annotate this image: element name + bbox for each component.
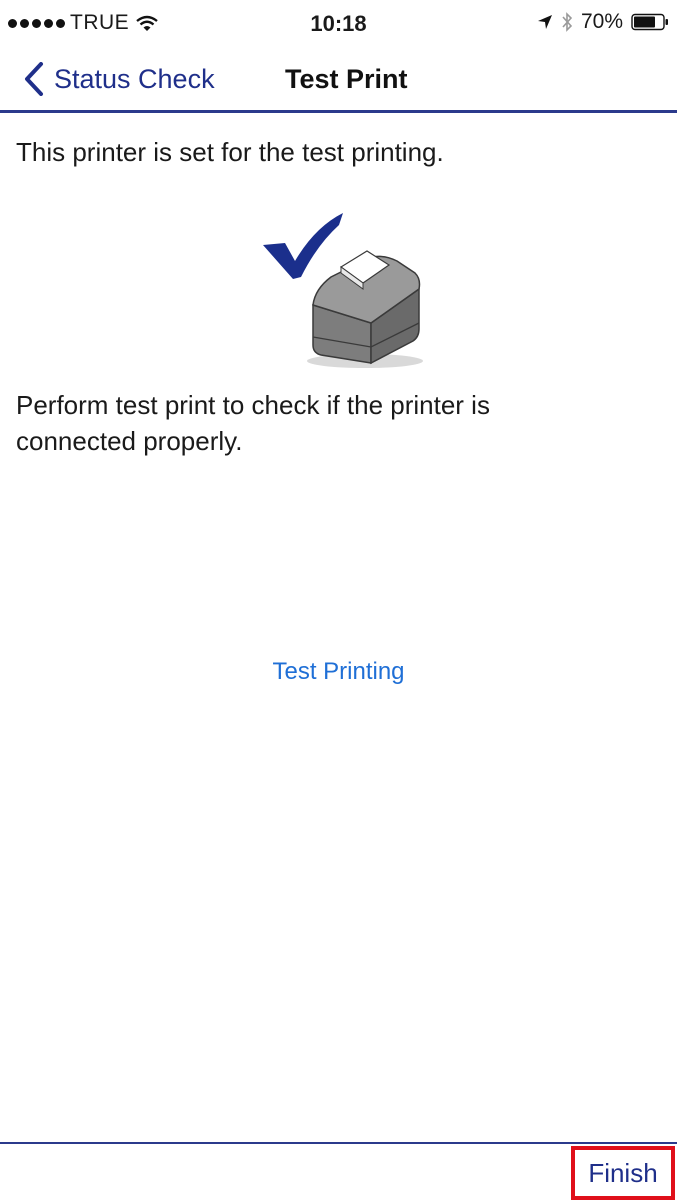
back-button-label: Status Check	[54, 63, 215, 94]
finish-button[interactable]: Finish	[571, 1146, 675, 1200]
location-arrow-icon	[537, 15, 552, 29]
bluetooth-icon	[562, 12, 573, 32]
battery-icon	[631, 13, 668, 31]
instruction-text: Perform test print to check if the print…	[16, 390, 490, 456]
navigation-bar: Status Check Test Print	[0, 46, 677, 113]
printer-checkmark-icon	[263, 213, 423, 368]
status-bar: TRUE 10:18 70%	[0, 0, 677, 46]
toolbar-divider	[0, 1142, 677, 1144]
back-button[interactable]: Status Check	[24, 62, 215, 96]
battery-percentage: 70%	[580, 10, 623, 33]
status-right: 70%	[537, 10, 669, 34]
test-printing-button[interactable]: Test Printing	[0, 658, 677, 686]
chevron-left-icon	[25, 62, 43, 96]
intro-text: This printer is set for the test printin…	[16, 137, 444, 167]
page-title: Test Print	[285, 64, 408, 94]
finish-button-label: Finish	[588, 1157, 658, 1188]
